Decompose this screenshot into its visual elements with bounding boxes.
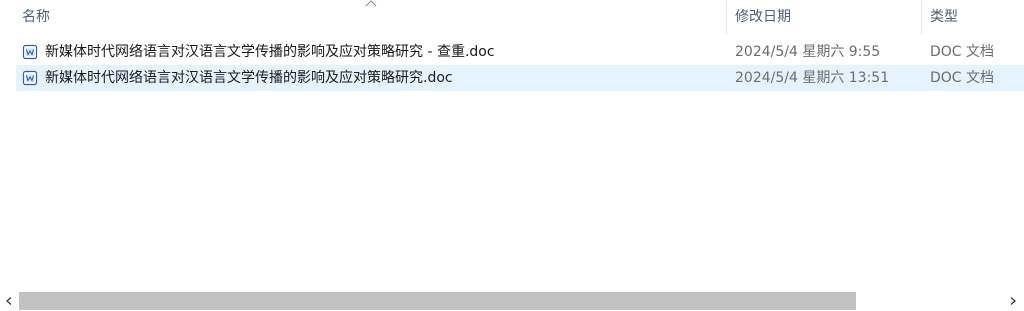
chevron-right-icon (1010, 297, 1016, 305)
file-modified-date: 2024/5/4 星期六 9:55 (735, 44, 881, 60)
file-explorer: 名称 修改日期 类型 新媒体时代网络语言对汉语言文学传播的影响及应对策略研究 -… (0, 0, 1024, 311)
file-modified-date: 2024/5/4 星期六 13:51 (735, 70, 890, 86)
column-header-name[interactable]: 名称 (14, 0, 726, 34)
column-header-type[interactable]: 类型 (922, 0, 1024, 34)
scroll-left-button[interactable] (2, 294, 16, 308)
word-doc-icon (22, 70, 38, 86)
file-name: 新媒体时代网络语言对汉语言文学传播的影响及应对策略研究 - 查重.doc (45, 44, 495, 60)
word-doc-icon (22, 44, 38, 60)
column-header-bar: 名称 修改日期 类型 (0, 0, 1024, 34)
file-name: 新媒体时代网络语言对汉语言文学传播的影响及应对策略研究.doc (45, 70, 453, 86)
scrollbar-track[interactable] (19, 291, 1004, 311)
scroll-right-button[interactable] (1006, 294, 1020, 308)
file-type: DOC 文档 (930, 70, 995, 86)
file-row-selected[interactable]: 新媒体时代网络语言对汉语言文学传播的影响及应对策略研究.doc 2024/5/4… (16, 65, 1024, 91)
file-row[interactable]: 新媒体时代网络语言对汉语言文学传播的影响及应对策略研究 - 查重.doc 202… (16, 39, 1024, 65)
file-type: DOC 文档 (930, 44, 995, 60)
horizontal-scrollbar[interactable] (0, 291, 1024, 311)
chevron-left-icon (6, 297, 12, 305)
scrollbar-thumb[interactable] (19, 292, 856, 310)
column-header-modified-date[interactable]: 修改日期 (727, 0, 921, 34)
